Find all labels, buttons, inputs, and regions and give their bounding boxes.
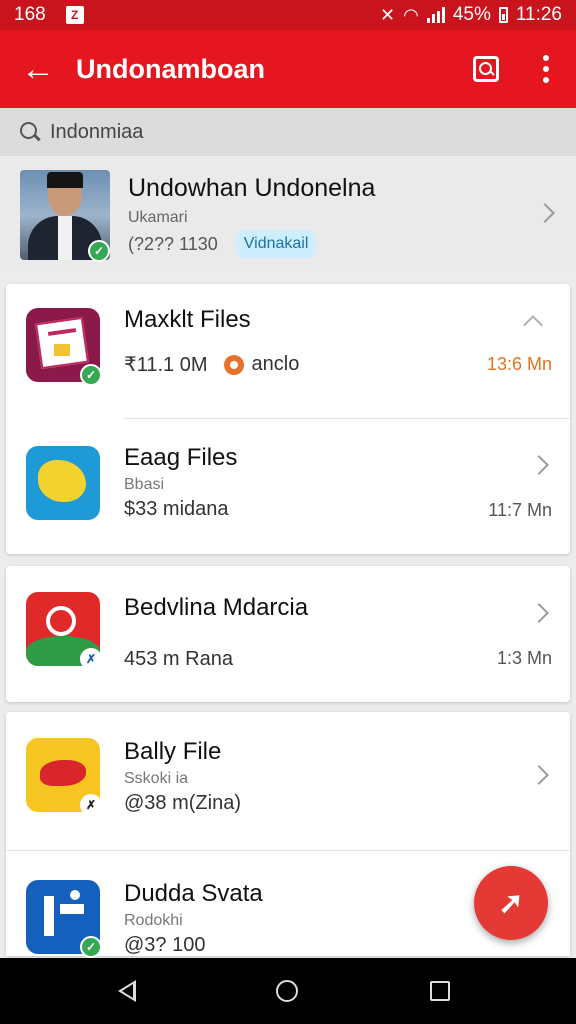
share-fab-button[interactable]: ➚ xyxy=(474,866,548,940)
status-left-text: 168 xyxy=(14,4,46,25)
chevron-right-icon[interactable] xyxy=(535,203,555,223)
item-meta: $33 midana xyxy=(124,498,229,520)
back-arrow-icon[interactable]: ← xyxy=(0,30,76,108)
item-title: Maxklt Files xyxy=(124,306,251,333)
list-item[interactable]: Eaag Files Bbasi $33 midana 11:7 Mn xyxy=(6,418,570,554)
share-arrow-icon: ➚ xyxy=(498,886,524,920)
status-bar: 168 Z ✕ ◠ 45% 11:26 xyxy=(0,0,576,30)
chevron-right-icon[interactable] xyxy=(529,603,549,623)
item-subtitle: Rodokhi xyxy=(124,912,183,929)
item-title: Bally File xyxy=(124,738,222,765)
app-icon xyxy=(26,446,100,520)
search-bar xyxy=(0,108,576,156)
magnifier-icon xyxy=(20,122,40,142)
profile-badge: Vidnakail xyxy=(235,230,317,258)
item-subtitle: Bbasi xyxy=(124,476,165,493)
nav-recents-icon[interactable] xyxy=(430,981,450,1001)
item-title: Dudda Svata xyxy=(124,880,263,907)
search-icon xyxy=(473,56,499,82)
battery-icon xyxy=(498,7,508,23)
item-subtitle: Sskoki ia xyxy=(124,770,189,787)
battery-percent: 45% xyxy=(452,4,491,25)
chevron-right-icon[interactable] xyxy=(529,765,549,785)
mute-icon: ✕ xyxy=(380,4,396,25)
item-time: 13:6 Mn xyxy=(486,354,552,374)
verified-icon: ✓ xyxy=(80,936,102,958)
notification-icon: Z xyxy=(65,6,84,24)
app-title: Undonamboan xyxy=(76,53,265,84)
verified-icon: ✓ xyxy=(80,364,102,386)
item-meta: ₹11.1 0M xyxy=(124,354,208,376)
item-meta: @38 m(Zina) xyxy=(124,792,241,814)
system-nav-bar xyxy=(0,958,576,1024)
more-vert-icon xyxy=(543,55,549,83)
signal-icon xyxy=(426,7,445,23)
list-item[interactable]: ✓ Maxklt Files ₹11.1 0M anclo 13:6 Mn xyxy=(6,284,570,418)
item-extra: anclo xyxy=(251,353,300,375)
status-time: 11:26 xyxy=(515,4,562,25)
search-input[interactable] xyxy=(50,120,450,144)
item-title: Bedvlina Mdarcia xyxy=(124,594,309,621)
profile-name: Undowhan Undonelna xyxy=(128,174,376,202)
more-options-button[interactable] xyxy=(516,30,576,108)
search-button[interactable] xyxy=(456,30,516,108)
tag-icon xyxy=(223,354,244,375)
nav-back-icon[interactable] xyxy=(118,980,136,1002)
nav-home-icon[interactable] xyxy=(276,980,298,1002)
verified-icon: ✓ xyxy=(88,240,110,262)
profile-meta: (?2?? 1130 xyxy=(128,233,218,254)
list-item[interactable]: ✗ Bedvlina Mdarcia 453 m Rana 1:3 Mn xyxy=(6,566,570,702)
list-item[interactable]: ✗ Bally File Sskoki ia @38 m(Zina) xyxy=(6,712,570,850)
item-meta: 453 m Rana xyxy=(124,648,233,670)
app-bar: ← Undonamboan xyxy=(0,30,576,108)
profile-row[interactable]: ✓ Undowhan Undonelna Ukamari (?2?? 1130 … xyxy=(0,156,576,272)
item-time: 11:7 Mn xyxy=(488,500,552,520)
file-card: ✗ Bedvlina Mdarcia 453 m Rana 1:3 Mn xyxy=(6,566,570,702)
chevron-right-icon[interactable] xyxy=(529,455,549,475)
verified-icon: ✗ xyxy=(80,648,102,670)
item-time: 1:3 Mn xyxy=(496,648,552,668)
profile-subtitle: Ukamari xyxy=(128,209,188,226)
wifi-icon: ◠ xyxy=(403,4,419,25)
item-meta: @3? 100 xyxy=(124,934,206,956)
file-card: ✓ Maxklt Files ₹11.1 0M anclo 13:6 Mn Ea… xyxy=(6,284,570,554)
verified-icon: ✗ xyxy=(80,794,102,816)
chevron-up-icon[interactable] xyxy=(523,315,543,335)
item-title: Eaag Files xyxy=(124,444,238,471)
